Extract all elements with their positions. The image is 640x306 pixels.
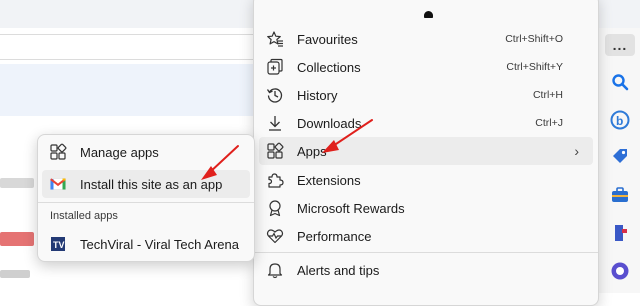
- menu-item-microsoft-rewards[interactable]: Microsoft Rewards: [259, 194, 593, 222]
- menu-item-label: Microsoft Rewards: [297, 200, 405, 216]
- menu-item-downloads[interactable]: Downloads Ctrl+J: [259, 109, 593, 137]
- menu-item-label: Collections: [297, 59, 361, 75]
- toolbox-icon[interactable]: [609, 184, 631, 206]
- menu-item-label: Extensions: [297, 172, 361, 188]
- installed-app-item[interactable]: TV TechViral - Viral Tech Arena: [42, 230, 250, 258]
- rewards-icon: [265, 198, 285, 218]
- favourites-icon: [265, 29, 285, 49]
- menu-item-shortcut: Ctrl+Shift+Y: [506, 61, 563, 73]
- submenu-divider: [38, 202, 254, 203]
- manage-apps-label: Manage apps: [80, 144, 159, 160]
- alerts-icon: [265, 260, 285, 280]
- menu-item-history[interactable]: History Ctrl+H: [259, 81, 593, 109]
- extensions-icon: [265, 170, 285, 190]
- settings-more-button[interactable]: ...: [605, 34, 635, 56]
- menu-divider: [254, 252, 598, 253]
- install-site-label: Install this site as an app: [80, 176, 223, 192]
- installed-apps-heading: Installed apps: [50, 210, 118, 222]
- blurred-content: [0, 270, 30, 278]
- menu-item-shortcut: Ctrl+H: [532, 89, 563, 101]
- menu-item-extensions[interactable]: Extensions: [259, 166, 593, 194]
- menu-item-label: Alerts and tips: [297, 262, 380, 278]
- search-icon[interactable]: [609, 71, 631, 93]
- svg-text:TV: TV: [53, 240, 65, 250]
- menu-item-apps[interactable]: Apps ›: [259, 137, 593, 165]
- menu-item-favourites[interactable]: Favourites Ctrl+Shift+O: [259, 25, 593, 53]
- menu-item-shortcut: Ctrl+Shift+O: [505, 33, 563, 45]
- collections-icon: [265, 57, 285, 77]
- manage-apps-item[interactable]: Manage apps: [42, 138, 250, 166]
- menu-item-label: Performance: [297, 228, 372, 244]
- games-icon[interactable]: [609, 222, 631, 244]
- svg-text:b: b: [616, 114, 623, 128]
- downloads-icon: [265, 113, 285, 133]
- blurred-content: [0, 232, 34, 246]
- tag-icon[interactable]: [609, 146, 631, 168]
- menu-item-shortcut: Ctrl+J: [535, 117, 563, 129]
- menu-item-label: Favourites: [297, 31, 358, 47]
- manage-apps-icon: [48, 142, 68, 162]
- techviral-icon: TV: [48, 234, 68, 254]
- performance-icon: [265, 226, 285, 246]
- camera-notch: [424, 11, 433, 18]
- apps-icon: [265, 141, 285, 161]
- installed-app-label: TechViral - Viral Tech Arena: [80, 236, 239, 252]
- menu-item-label: Apps: [297, 143, 327, 159]
- menu-item-label: Downloads: [297, 115, 362, 131]
- outlook-icon[interactable]: [609, 260, 631, 282]
- settings-menu: Favourites Ctrl+Shift+O Collections Ctrl…: [253, 0, 599, 306]
- bing-icon[interactable]: b: [609, 109, 631, 131]
- install-site-as-app-item[interactable]: Install this site as an app: [42, 170, 250, 198]
- menu-item-collections[interactable]: Collections Ctrl+Shift+Y: [259, 53, 593, 81]
- gmail-icon: [48, 174, 68, 194]
- menu-item-performance[interactable]: Performance: [259, 222, 593, 250]
- history-icon: [265, 85, 285, 105]
- blurred-content: [0, 178, 34, 188]
- apps-submenu: Manage apps Install this site as an app …: [37, 134, 255, 262]
- menu-item-label: History: [297, 87, 338, 103]
- chevron-right-icon: ›: [574, 143, 579, 159]
- menu-item-alerts-and-tips[interactable]: Alerts and tips: [259, 256, 593, 284]
